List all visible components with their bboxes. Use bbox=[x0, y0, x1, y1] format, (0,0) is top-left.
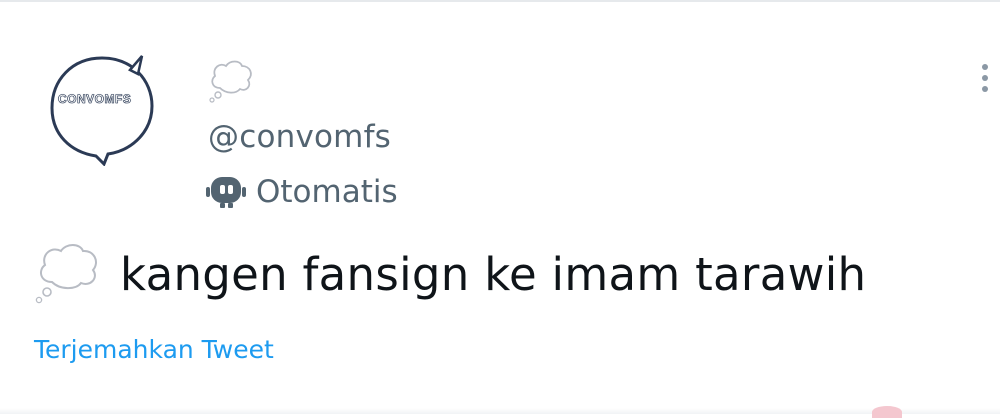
robot-icon bbox=[206, 177, 246, 208]
automated-label-text: Otomatis bbox=[256, 174, 398, 210]
thought-balloon-icon[interactable] bbox=[206, 58, 256, 104]
bottom-divider bbox=[0, 408, 1000, 414]
avatar[interactable]: CONVOMFS bbox=[46, 50, 158, 166]
speech-bubble-logo bbox=[50, 55, 154, 166]
top-divider bbox=[0, 0, 1000, 2]
translate-tweet-link[interactable]: Terjemahkan Tweet bbox=[34, 335, 274, 364]
automated-account-label: Otomatis bbox=[206, 172, 398, 212]
avatar-logo-text: CONVOMFS bbox=[58, 92, 132, 107]
more-vertical-icon[interactable] bbox=[977, 64, 993, 98]
thought-balloon-icon bbox=[32, 242, 104, 306]
author-handle[interactable]: @convomfs bbox=[208, 119, 391, 155]
tweet-text: kangen fansign ke imam tarawih bbox=[120, 248, 867, 301]
like-icon-edge bbox=[872, 406, 902, 418]
